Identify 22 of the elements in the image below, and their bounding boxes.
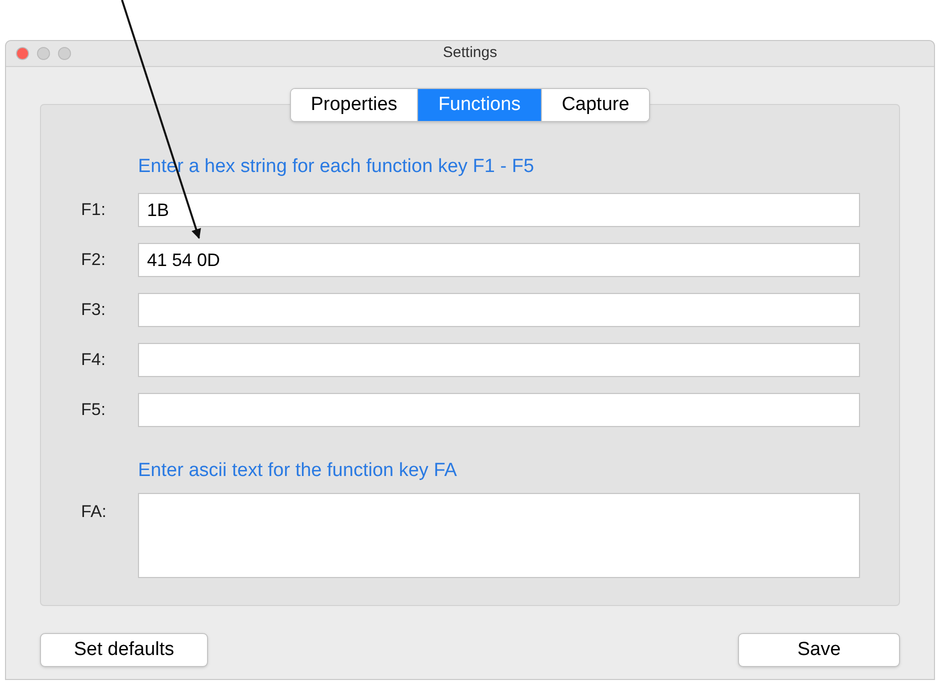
window-control-icon[interactable] xyxy=(16,47,29,60)
tab[interactable]: Properties xyxy=(290,89,418,121)
input-field[interactable]: 1B xyxy=(138,193,860,227)
window-title: Settings xyxy=(442,43,498,64)
field-label: F3: xyxy=(80,299,107,322)
field-label: F5: xyxy=(80,399,107,422)
input-field[interactable] xyxy=(138,293,860,327)
tab[interactable]: Functions xyxy=(417,89,541,121)
field-label: FA: xyxy=(80,501,108,523)
field-label: F1: xyxy=(80,199,107,222)
field-label: F2: xyxy=(80,249,107,272)
window-control-icon[interactable] xyxy=(37,47,50,60)
tab[interactable]: Capture xyxy=(540,89,650,121)
window-control-icon[interactable] xyxy=(58,47,71,60)
input-field[interactable]: 41 54 0D xyxy=(138,243,860,277)
input-field[interactable] xyxy=(138,343,860,377)
set-defaults-button[interactable]: Set defaults xyxy=(40,633,208,667)
input-field[interactable] xyxy=(138,393,860,427)
text-area[interactable] xyxy=(138,493,860,578)
section-heading: Enter ascii text for the function key FA xyxy=(138,459,458,483)
save-button[interactable]: Save xyxy=(738,633,900,667)
field-label: F4: xyxy=(80,349,107,372)
